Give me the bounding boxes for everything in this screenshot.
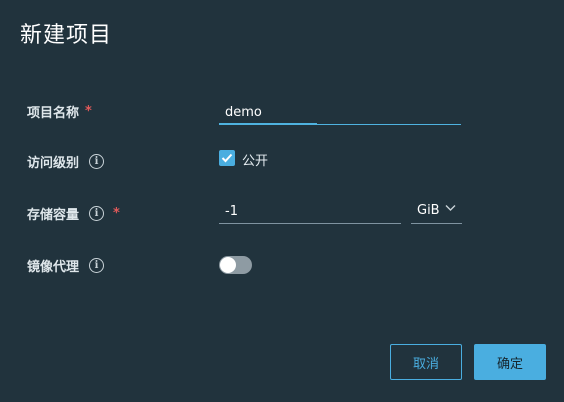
info-icon[interactable]: i bbox=[89, 154, 105, 169]
toggle-knob bbox=[220, 257, 236, 273]
public-checkbox[interactable] bbox=[219, 150, 235, 166]
storage-quota-label: 存储容量 i * bbox=[27, 204, 120, 223]
proxy-cache-toggle[interactable] bbox=[219, 256, 252, 274]
access-level-label: 访问级别 i bbox=[27, 152, 105, 171]
checkmark-icon bbox=[221, 153, 233, 163]
cancel-button[interactable]: 取消 bbox=[390, 344, 462, 380]
storage-quota-input[interactable] bbox=[219, 200, 401, 222]
info-icon[interactable]: i bbox=[89, 206, 105, 221]
storage-quota-label-text: 存储容量 bbox=[27, 208, 80, 223]
access-level-label-text: 访问级别 bbox=[27, 156, 80, 171]
required-mark: * bbox=[113, 206, 120, 221]
dialog-title: 新建项目 bbox=[20, 23, 113, 48]
project-name-label-text: 项目名称 bbox=[27, 106, 80, 121]
public-checkbox-label[interactable]: 公开 bbox=[242, 150, 268, 169]
storage-quota-underline bbox=[219, 223, 401, 224]
info-icon[interactable]: i bbox=[89, 258, 105, 273]
chevron-down-icon[interactable] bbox=[445, 204, 456, 212]
project-name-focus-bar bbox=[219, 123, 317, 125]
required-mark: * bbox=[85, 104, 92, 119]
proxy-cache-label-text: 镜像代理 bbox=[27, 260, 80, 275]
project-name-label: 项目名称 * bbox=[27, 102, 92, 121]
storage-unit-underline bbox=[411, 223, 462, 224]
project-name-input[interactable] bbox=[219, 101, 461, 123]
proxy-cache-label: 镜像代理 i bbox=[27, 256, 105, 275]
storage-unit-value[interactable]: GiB bbox=[417, 203, 440, 218]
confirm-button[interactable]: 确定 bbox=[474, 344, 546, 380]
